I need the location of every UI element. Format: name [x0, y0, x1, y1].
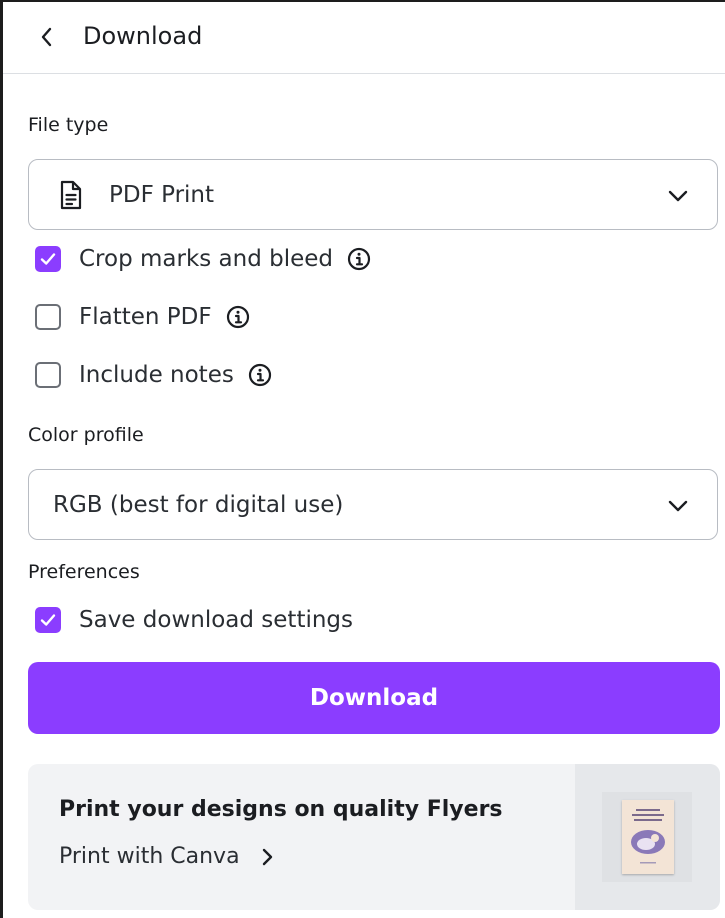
chevron-left-icon [41, 27, 52, 47]
document-icon [60, 180, 82, 210]
preferences-label: Preferences [28, 561, 140, 583]
chevron-down-icon [668, 500, 688, 512]
flatten-pdf-option[interactable]: Flatten PDF [35, 301, 250, 333]
info-icon[interactable] [347, 247, 371, 271]
save-settings-checkbox[interactable] [35, 607, 61, 633]
include-notes-checkbox[interactable] [35, 362, 61, 388]
panel-header: Download [3, 2, 725, 74]
page-title: Download [83, 22, 203, 50]
include-notes-option[interactable]: Include notes [35, 359, 272, 391]
back-button[interactable] [31, 22, 61, 52]
info-icon[interactable] [248, 363, 272, 387]
checkmark-icon [40, 253, 56, 265]
file-type-label: File type [28, 114, 109, 136]
info-icon[interactable] [226, 305, 250, 329]
color-profile-value: RGB (best for digital use) [53, 492, 344, 518]
crop-marks-option[interactable]: Crop marks and bleed [35, 243, 371, 275]
file-type-value: PDF Print [109, 182, 215, 208]
download-button[interactable]: Download [28, 662, 720, 734]
flyer-image [622, 800, 674, 874]
color-profile-select[interactable]: RGB (best for digital use) [28, 469, 718, 540]
promo-title: Print your designs on quality Flyers [59, 797, 503, 822]
crop-marks-label: Crop marks and bleed [79, 246, 334, 272]
include-notes-label: Include notes [79, 362, 234, 388]
flyer-thumbnail [575, 764, 720, 910]
flyer-preview-frame [602, 792, 692, 882]
color-profile-label: Color profile [28, 424, 144, 446]
chevron-right-icon [262, 848, 272, 865]
flatten-pdf-label: Flatten PDF [79, 304, 212, 330]
chevron-down-icon [668, 190, 688, 202]
crop-marks-checkbox[interactable] [35, 246, 61, 272]
download-panel: Download File type PDF Print Crop marks … [0, 0, 725, 918]
flatten-pdf-checkbox[interactable] [35, 304, 61, 330]
promo-link-label: Print with Canva [59, 844, 240, 869]
print-with-canva-link[interactable]: Print with Canva [59, 844, 276, 869]
save-settings-label: Save download settings [79, 607, 354, 633]
print-promo-card[interactable]: Print your designs on quality Flyers Pri… [28, 764, 720, 910]
checkmark-icon [40, 614, 56, 626]
file-type-select[interactable]: PDF Print [28, 159, 718, 230]
save-settings-option[interactable]: Save download settings [35, 604, 353, 636]
